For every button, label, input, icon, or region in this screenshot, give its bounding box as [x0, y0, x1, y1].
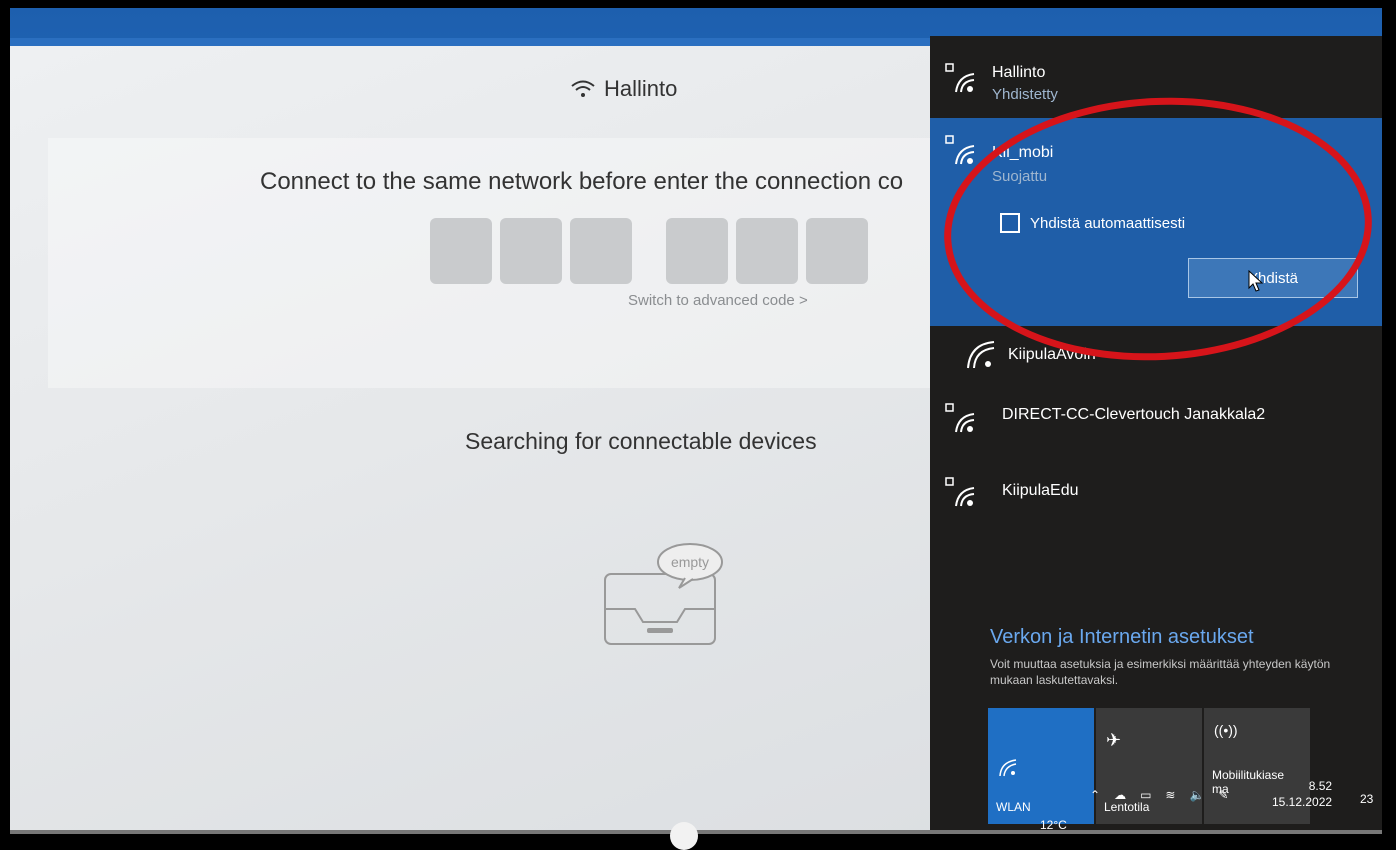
- code-digit-6[interactable]: [806, 218, 868, 284]
- tile-airplane-mode[interactable]: ✈ Lentotila: [1096, 708, 1202, 824]
- clock-date: 15.12.2022: [1272, 795, 1333, 809]
- code-input-group: [430, 218, 868, 284]
- video-progress-handle[interactable]: [670, 822, 698, 850]
- chevron-up-icon[interactable]: ⌃: [1090, 788, 1100, 802]
- hotspot-icon: ((•)): [1214, 722, 1238, 738]
- notification-count: 23: [1360, 792, 1374, 806]
- network-item-direct-clevertouch[interactable]: DIRECT-CC-Clevertouch Janakkala2: [930, 392, 1382, 444]
- wifi-icon[interactable]: ≋: [1165, 788, 1175, 802]
- code-digit-4[interactable]: [666, 218, 728, 284]
- empty-label: empty: [671, 554, 709, 570]
- notification-icon[interactable]: 23: [1354, 778, 1376, 806]
- advanced-code-link[interactable]: Switch to advanced code >: [628, 292, 808, 309]
- wifi-icon: [967, 341, 995, 369]
- wifi-icon: [571, 80, 595, 97]
- volume-icon[interactable]: 🔈: [1189, 788, 1204, 802]
- code-digit-1[interactable]: [430, 218, 492, 284]
- searching-devices-label: Searching for connectable devices: [465, 428, 817, 454]
- taskbar-clock[interactable]: 8.52 15.12.2022: [1272, 778, 1332, 810]
- code-digit-2[interactable]: [500, 218, 562, 284]
- empty-inbox-icon: empty: [604, 543, 723, 645]
- secured-wifi-icon: [945, 63, 975, 93]
- secured-wifi-icon: [945, 403, 975, 433]
- mouse-cursor-icon: [1248, 270, 1264, 292]
- current-network-title: Hallinto: [570, 76, 677, 102]
- code-digit-5[interactable]: [736, 218, 798, 284]
- network-name: KiipulaEdu: [1002, 482, 1079, 499]
- network-settings-description: Voit muuttaa asetuksia ja esimerkiksi mä…: [990, 657, 1331, 687]
- network-item-kiipulaedu[interactable]: KiipulaEdu: [930, 466, 1382, 518]
- network-status: Yhdistetty: [992, 86, 1058, 103]
- tile-label: Lentotila: [1104, 800, 1150, 814]
- wifi-icon: [999, 759, 1017, 777]
- pen-icon[interactable]: ✎: [1218, 788, 1228, 802]
- clock-time: 8.52: [1308, 779, 1333, 793]
- airplane-icon: ✈: [1106, 730, 1122, 750]
- system-tray: ⌃ ☁ ▭ ≋ 🔈 ✎: [1090, 788, 1228, 802]
- connect-instruction: Connect to the same network before enter…: [260, 168, 904, 195]
- tile-label: WLAN: [996, 800, 1031, 814]
- battery-icon[interactable]: ▭: [1140, 788, 1151, 802]
- network-settings-link[interactable]: Verkon ja Internetin asetukset: [990, 626, 1254, 649]
- code-digit-3[interactable]: [570, 218, 632, 284]
- tile-wlan[interactable]: WLAN: [988, 708, 1094, 824]
- network-name: Hallinto: [992, 64, 1046, 81]
- screen-share-app: Hallinto Connect to the same network bef…: [10, 38, 950, 834]
- secured-wifi-icon: [945, 477, 975, 507]
- onedrive-icon[interactable]: ☁: [1114, 788, 1126, 802]
- secured-wifi-icon: [945, 135, 975, 165]
- screen: Hallinto Connect to the same network bef…: [10, 8, 1382, 834]
- network-name: Hallinto: [604, 76, 678, 101]
- network-name: DIRECT-CC-Clevertouch Janakkala2: [1002, 406, 1266, 423]
